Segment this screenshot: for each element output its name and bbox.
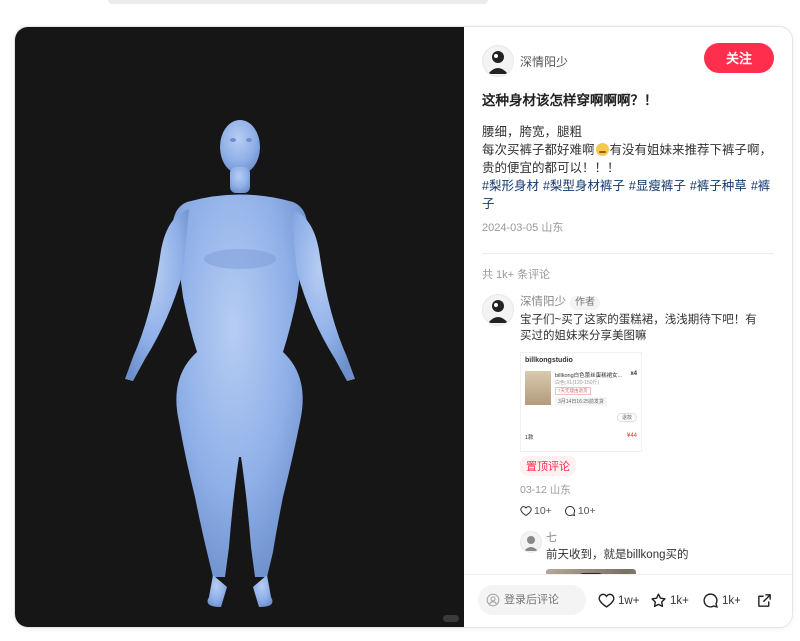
heart-icon: [598, 593, 615, 608]
comments-button[interactable]: 1k+: [702, 592, 741, 609]
comment-image[interactable]: billkongstudio billkong白色蕾丝蛋糕裙女... x4 白色…: [520, 352, 642, 452]
media-viewer[interactable]: [15, 27, 464, 627]
commenter-name-row: 深情阳少 作者: [520, 294, 774, 310]
order-product: billkong白色蕾丝蛋糕裙女...: [555, 373, 623, 379]
comments-total: 1k+: [722, 594, 741, 607]
product-thumbnail: [525, 371, 551, 405]
order-variant: 白色;XL(120-150斤): [555, 380, 600, 386]
star-icon: [651, 593, 666, 608]
post-title: 这种身材该怎样穿啊啊啊？！: [482, 93, 658, 108]
post-body: 腰细，胯宽，腿粗 每次买裤子都好难啊 有没有姐妹来推荐下裤子啊，贵的便宜的都可以！…: [482, 123, 774, 177]
note-card: 深情阳少 关注 这种身材该怎样穿啊啊啊？！ 腰细，胯宽，腿粗 每次买裤子都好难啊…: [14, 26, 793, 628]
like-count: 1w+: [618, 594, 640, 607]
follow-button[interactable]: 关注: [704, 43, 774, 73]
order-ship: 3月14日16:25前发货: [555, 397, 607, 406]
like-button[interactable]: 1w+: [598, 592, 639, 609]
post-body-text: 每次买裤子都好难啊: [482, 143, 595, 157]
tag-link[interactable]: #梨型身材裤子: [543, 179, 625, 193]
comment-reply-button[interactable]: 10+: [564, 505, 596, 517]
post-date-location: 2024-03-05 山东: [482, 222, 564, 234]
reply-name[interactable]: 七: [546, 531, 774, 545]
author-avatar[interactable]: [482, 45, 514, 77]
commenter-name[interactable]: 深情阳少: [520, 296, 566, 308]
order-count: 1款: [525, 435, 534, 441]
body-model-image: [125, 120, 355, 607]
media-scroll-handle[interactable]: [443, 615, 459, 622]
tag-link[interactable]: #裤子种草: [690, 179, 747, 193]
collect-count: 1k+: [670, 594, 689, 607]
note-scroll-area[interactable]: 这种身材该怎样穿啊啊啊？！ 腰细，胯宽，腿粗 每次买裤子都好难啊 有没有姐妹来推荐…: [482, 91, 774, 575]
comment-actions: 10+ 10+: [520, 505, 774, 517]
note-detail-panel: 深情阳少 关注 这种身材该怎样穿啊啊啊？！ 腰细，胯宽，腿粗 每次买裤子都好难啊…: [464, 27, 792, 627]
comment-icon: [564, 505, 576, 517]
tag-link[interactable]: #显瘦裤子: [629, 179, 686, 193]
commenter-avatar[interactable]: [482, 294, 514, 326]
post-body-line: 腰细，胯宽，腿粗: [482, 125, 583, 139]
heart-icon: [520, 506, 532, 517]
comment-text: 宝子们~买了这家的蛋糕裙，浅浅期待下吧！有买过的姐妹来分享美图嘛: [520, 314, 757, 342]
reply-item: 七 前天收到，就是billkong买的: [520, 531, 774, 575]
user-icon: [486, 593, 500, 607]
comment-like-button[interactable]: 10+: [520, 505, 552, 517]
share-icon: [758, 594, 771, 607]
reply-avatar[interactable]: [520, 531, 542, 553]
pinned-badge: 置顶评论: [520, 456, 576, 476]
top-shadow: [108, 0, 488, 4]
comment-item: 深情阳少 作者 宝子们~买了这家的蛋糕裙，浅浅期待下吧！有买过的姐妹来分享美图嘛 …: [482, 294, 774, 575]
order-shop-name: billkongstudio: [525, 357, 573, 364]
comment-date-location: 03-12 山东: [520, 484, 571, 496]
reply-text: 前天收到，就是billkong买的: [546, 549, 689, 561]
order-refund-button: 退款: [616, 413, 637, 422]
order-price: ¥44: [626, 433, 637, 439]
order-tag: 7天无理由退货: [555, 387, 591, 395]
order-qty: x4: [630, 371, 637, 377]
author-badge: 作者: [570, 296, 600, 310]
author-name[interactable]: 深情阳少: [520, 53, 568, 70]
divider: [482, 253, 774, 254]
tag-list: #梨形身材 #梨型身材裤子 #显瘦裤子 #裤子种草 #裤子: [482, 177, 774, 213]
crying-emoji-icon: [595, 143, 609, 156]
author-row: 深情阳少 关注: [482, 43, 774, 77]
comment-icon: [703, 593, 718, 608]
post-body-line: 每次买裤子都好难啊 有没有姐妹来推荐下裤子啊，贵的便宜的都可以！！！: [482, 141, 774, 177]
comment-like-count: 10+: [534, 505, 552, 517]
share-button[interactable]: [756, 592, 773, 609]
comment-reply-count: 10+: [577, 505, 596, 517]
comment-count: 共 1k+ 条评论: [482, 269, 551, 281]
collect-button[interactable]: 1k+: [650, 592, 689, 609]
bottom-action-bar: 1w+ 1k+ 1k+: [464, 574, 792, 627]
tag-link[interactable]: #梨形身材: [482, 179, 539, 193]
